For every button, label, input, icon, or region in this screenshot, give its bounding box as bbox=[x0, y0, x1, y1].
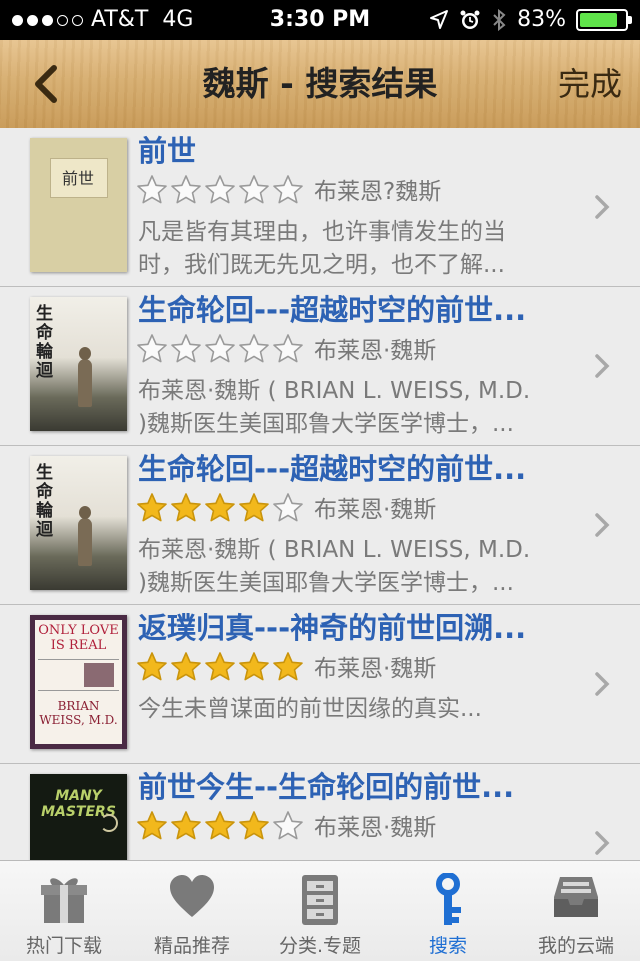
book-title: 生命轮回---超越时空的前世... bbox=[138, 293, 527, 327]
star-filled-icon bbox=[205, 652, 235, 681]
star-empty-icon bbox=[205, 175, 235, 204]
battery-icon bbox=[576, 9, 632, 31]
inbox-icon bbox=[554, 877, 598, 917]
star-rating bbox=[136, 810, 304, 842]
done-button[interactable]: 完成 bbox=[558, 62, 622, 106]
book-description: 布莱恩·魏斯 ( BRIAN L. WEISS, M.D. )魏斯医生美国耶鲁大… bbox=[138, 378, 531, 437]
cabinet-icon bbox=[302, 875, 338, 925]
book-cover: MANY MASTERS bbox=[30, 774, 127, 860]
book-cover: 生命輪迴 bbox=[30, 297, 127, 431]
star-filled-icon bbox=[239, 652, 269, 681]
star-empty-icon bbox=[137, 175, 167, 204]
star-empty-icon bbox=[273, 811, 303, 840]
book-author: 布莱恩·魏斯 bbox=[314, 815, 437, 841]
book-author: 布莱恩·魏斯 bbox=[314, 338, 437, 364]
book-author: 布莱恩·魏斯 bbox=[314, 497, 437, 523]
star-empty-icon bbox=[239, 334, 269, 363]
tab-label: 精品推荐 bbox=[153, 935, 230, 957]
star-empty-icon bbox=[239, 175, 269, 204]
status-bar: AT&T 4G 3:30 PM 83% bbox=[0, 0, 640, 40]
book-author: 布莱恩·魏斯 bbox=[314, 656, 437, 682]
star-empty-icon bbox=[137, 334, 167, 363]
book-cover-title: 生命輪迴 bbox=[36, 463, 53, 540]
battery-percent: 83% bbox=[517, 7, 566, 32]
book-title: 前世今生--生命轮回的前世... bbox=[138, 770, 515, 804]
tab-search[interactable]: 搜索 bbox=[384, 861, 512, 961]
heart-icon bbox=[170, 875, 214, 917]
star-empty-icon bbox=[273, 175, 303, 204]
star-empty-icon bbox=[273, 493, 303, 522]
navigation-bar: 魏斯 - 搜索结果 完成 bbox=[0, 40, 640, 128]
gift-icon bbox=[41, 878, 87, 923]
book-cover-title: 生命輪迴 bbox=[36, 304, 53, 381]
key-icon bbox=[436, 873, 461, 925]
tab-my-cloud[interactable]: 我的云端 bbox=[512, 861, 640, 961]
book-title: 前世 bbox=[138, 134, 197, 168]
star-filled-icon bbox=[273, 652, 303, 681]
book-result-row[interactable]: ONLY LOVE IS REAL BRIAN WEISS, M.D. 返璞归真… bbox=[0, 605, 640, 764]
book-cover: ONLY LOVE IS REAL BRIAN WEISS, M.D. bbox=[30, 615, 127, 749]
star-filled-icon bbox=[137, 811, 167, 840]
book-author: 布莱恩?魏斯 bbox=[314, 179, 442, 205]
star-filled-icon bbox=[137, 652, 167, 681]
tab-label: 我的云端 bbox=[537, 935, 614, 957]
star-empty-icon bbox=[171, 175, 201, 204]
book-result-row[interactable]: MANY MASTERS 前世今生--生命轮回的前世... 布莱恩·魏斯 bbox=[0, 764, 640, 860]
status-icons: 83% bbox=[429, 7, 632, 33]
alarm-clock-icon bbox=[460, 10, 480, 29]
star-filled-icon bbox=[205, 811, 235, 840]
book-cover: 前世 bbox=[30, 138, 127, 272]
star-rating bbox=[136, 174, 304, 206]
page-title: 魏斯 - 搜索结果 bbox=[202, 64, 438, 103]
chevron-right-icon bbox=[595, 831, 610, 855]
book-cover: 生命輪迴 bbox=[30, 456, 127, 590]
tab-categories[interactable]: 分类.专题 bbox=[256, 861, 384, 961]
star-empty-icon bbox=[171, 334, 201, 363]
star-filled-icon bbox=[171, 811, 201, 840]
book-result-row[interactable]: 前世 前世 布莱恩?魏斯 凡是皆有其理由，也许事情发生的当 时，我们既无先见之明… bbox=[0, 128, 640, 287]
star-filled-icon bbox=[171, 493, 201, 522]
star-empty-icon bbox=[273, 334, 303, 363]
tab-label: 热门下载 bbox=[25, 935, 102, 957]
star-filled-icon bbox=[205, 493, 235, 522]
book-description: 今生未曾谋面的前世因缘的真实... bbox=[138, 696, 482, 722]
star-filled-icon bbox=[239, 811, 269, 840]
star-filled-icon bbox=[239, 493, 269, 522]
star-rating bbox=[136, 492, 304, 524]
bluetooth-icon bbox=[493, 8, 506, 32]
search-results-list: 前世 前世 布莱恩?魏斯 凡是皆有其理由，也许事情发生的当 时，我们既无先见之明… bbox=[0, 128, 640, 860]
chevron-right-icon bbox=[595, 195, 610, 219]
chevron-right-icon bbox=[595, 513, 610, 537]
location-arrow-icon bbox=[430, 10, 449, 29]
tab-label: 分类.专题 bbox=[278, 935, 362, 957]
star-filled-icon bbox=[171, 652, 201, 681]
star-filled-icon bbox=[137, 493, 167, 522]
book-result-row[interactable]: 生命輪迴 生命轮回---超越时空的前世... 布莱恩·魏斯 布莱恩·魏斯 ( B… bbox=[0, 446, 640, 605]
book-result-row[interactable]: 生命輪迴 生命轮回---超越时空的前世... 布莱恩·魏斯 布莱恩·魏斯 ( B… bbox=[0, 287, 640, 446]
chevron-right-icon bbox=[595, 354, 610, 378]
tab-featured[interactable]: 精品推荐 bbox=[128, 861, 256, 961]
star-rating bbox=[136, 333, 304, 365]
back-button[interactable] bbox=[24, 58, 72, 110]
book-description: 布莱恩·魏斯 ( BRIAN L. WEISS, M.D. )魏斯医生美国耶鲁大… bbox=[138, 537, 531, 596]
book-cover-title: 前世 bbox=[61, 169, 94, 188]
book-description: 凡是皆有其理由，也许事情发生的当 时，我们既无先见之明，也不了解... bbox=[138, 219, 506, 278]
star-rating bbox=[136, 651, 304, 683]
book-title: 生命轮回---超越时空的前世... bbox=[138, 452, 527, 486]
book-title: 返璞归真---神奇的前世回溯... bbox=[138, 611, 527, 645]
chevron-right-icon bbox=[595, 672, 610, 696]
star-empty-icon bbox=[205, 334, 235, 363]
tab-label: 搜索 bbox=[428, 935, 467, 957]
book-cover-title: ONLY LOVE IS REAL bbox=[38, 623, 119, 653]
tab-hot-downloads[interactable]: 热门下载 bbox=[0, 861, 128, 961]
tab-bar: 热门下载 精品推荐 分类.专题 搜索 我的云端 bbox=[0, 860, 640, 961]
